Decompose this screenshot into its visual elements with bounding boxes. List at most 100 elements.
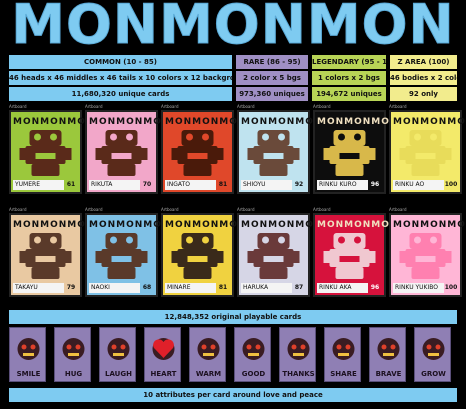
spec-zarea: 46 bodies x 2 colors xyxy=(390,71,457,85)
warm-face-icon xyxy=(197,338,220,360)
card-name: INGATO xyxy=(167,181,190,188)
card-nameplate: MINARE 81 xyxy=(165,283,230,293)
monster-card[interactable]: Artboard MONMONMON RINKU AO 100 xyxy=(389,104,466,194)
monster-art xyxy=(323,130,376,176)
card-name: NAOKI xyxy=(91,284,110,291)
artboard-label: Artboard xyxy=(237,104,255,109)
monster-card[interactable]: Artboard MONMONMON MINARE 81 xyxy=(161,207,247,297)
card-name: MINARE xyxy=(167,284,191,291)
tier-common: COMMON (10 - 85) xyxy=(9,55,232,69)
monster-art xyxy=(95,233,148,279)
share-hands-icon xyxy=(332,338,355,360)
page-title: MONMONMON xyxy=(11,0,455,56)
card-frame: MONMONMON RINKU KURO 96 xyxy=(313,110,399,194)
monster-art xyxy=(323,233,376,279)
attribute-laugh: LAUGH xyxy=(99,327,136,382)
card-score: 61 xyxy=(64,180,78,190)
artboard-label: Artboard xyxy=(313,104,331,109)
monster-art xyxy=(247,130,300,176)
card-nameplate: RINKU YUKIBO 100 xyxy=(393,283,458,293)
attribute-brave: BRAVE xyxy=(369,327,406,382)
card-title: MONMONMON xyxy=(317,117,399,127)
monster-art xyxy=(247,233,300,279)
count-legendary: 194,672 uniques xyxy=(312,87,386,101)
tier-zarea: Z AREA (100) xyxy=(390,55,457,69)
card-title: MONMONMON xyxy=(317,220,399,230)
attribute-label: SHARE xyxy=(330,370,357,378)
card-name: YUMERE xyxy=(15,181,40,188)
artboard-label: Artboard xyxy=(161,104,179,109)
attribute-smile: SMILE xyxy=(9,327,46,382)
spec-rare: 2 color x 5 bgs xyxy=(236,71,308,85)
card-frame: MONMONMON HARUKA 87 xyxy=(237,213,323,297)
monster-art xyxy=(399,130,452,176)
attribute-label: LAUGH xyxy=(105,370,132,378)
attribute-label: HEART xyxy=(150,370,177,378)
tier-legendary: LEGENDARY (95 - 100) xyxy=(312,55,386,69)
card-score: 68 xyxy=(140,283,154,293)
card-nameplate: SHIOYU 92 xyxy=(241,180,306,190)
card-score: 81 xyxy=(216,283,230,293)
thanks-face-icon xyxy=(287,338,310,360)
attribute-thanks: THANKS xyxy=(279,327,316,382)
total-cards-bar: 12,848,352 original playable cards xyxy=(9,310,457,324)
monster-card[interactable]: Artboard MONMONMON RINKU KURO 96 xyxy=(313,104,399,194)
card-title: MONMONMON xyxy=(165,220,247,230)
monster-card[interactable]: Artboard MONMONMON RIKUTA 70 xyxy=(85,104,169,194)
card-name: RIKUTA xyxy=(91,181,113,188)
brave-arm-icon xyxy=(377,338,400,360)
attribute-heart: HEART xyxy=(144,327,181,382)
count-rare: 973,360 uniques xyxy=(236,87,308,101)
card-score: 96 xyxy=(368,180,382,190)
card-nameplate: RINKU AO 100 xyxy=(393,180,458,190)
card-name: SHIOYU xyxy=(243,181,266,188)
monster-card[interactable]: Artboard MONMONMON HARUKA 87 xyxy=(237,207,323,297)
card-frame: MONMONMON RINKU AKA 96 xyxy=(313,213,399,297)
card-frame: MONMONMON RINKU YUKIBO 100 xyxy=(389,213,466,297)
card-frame: MONMONMON TAKAYU 79 xyxy=(9,213,93,297)
monster-card[interactable]: Artboard MONMONMON YUMERE 61 xyxy=(9,104,93,194)
card-nameplate: INGATO 81 xyxy=(165,180,230,190)
card-nameplate: HARUKA 87 xyxy=(241,283,306,293)
card-name: RINKU AKA xyxy=(319,284,352,291)
card-frame: MONMONMON INGATO 81 xyxy=(161,110,245,194)
tier-rare: RARE (86 - 95) xyxy=(236,55,308,69)
footer-bar: 10 attributes per card around love and p… xyxy=(9,388,457,402)
artboard-label: Artboard xyxy=(9,207,27,212)
monster-card[interactable]: Artboard MONMONMON SHIOYU 92 xyxy=(237,104,323,194)
monster-art xyxy=(95,130,148,176)
card-nameplate: RIKUTA 70 xyxy=(89,180,154,190)
attribute-good: GOOD xyxy=(234,327,271,382)
monster-art xyxy=(19,233,72,279)
monster-art xyxy=(171,130,224,176)
attribute-label: THANKS xyxy=(282,370,315,378)
thumbs-up-icon xyxy=(242,338,265,360)
hug-swirl-icon xyxy=(62,338,85,360)
attribute-warm: WARM xyxy=(189,327,226,382)
monster-card[interactable]: Artboard MONMONMON NAOKI 68 xyxy=(85,207,169,297)
monster-art xyxy=(399,233,452,279)
monster-card[interactable]: Artboard MONMONMON RINKU YUKIBO 100 xyxy=(389,207,466,297)
monster-card[interactable]: Artboard MONMONMON INGATO 81 xyxy=(161,104,245,194)
card-title: MONMONMON xyxy=(241,117,323,127)
attribute-grow: GROW xyxy=(414,327,451,382)
card-title: MONMONMON xyxy=(393,220,466,230)
attribute-label: GOOD xyxy=(241,370,266,378)
card-nameplate: RINKU KURO 96 xyxy=(317,180,382,190)
card-title: MONMONMON xyxy=(241,220,323,230)
card-score: 96 xyxy=(368,283,382,293)
monster-card[interactable]: Artboard MONMONMON TAKAYU 79 xyxy=(9,207,93,297)
artboard-label: Artboard xyxy=(85,104,103,109)
attribute-label: GROW xyxy=(421,370,446,378)
artboard-label: Artboard xyxy=(389,207,407,212)
card-frame: MONMONMON SHIOYU 92 xyxy=(237,110,323,194)
card-nameplate: YUMERE 61 xyxy=(13,180,78,190)
card-score: 100 xyxy=(444,180,458,190)
monster-card[interactable]: Artboard MONMONMON RINKU AKA 96 xyxy=(313,207,399,297)
card-score: 87 xyxy=(292,283,306,293)
card-name: HARUKA xyxy=(243,284,269,291)
monster-art xyxy=(171,233,224,279)
artboard-label: Artboard xyxy=(313,207,331,212)
card-name: RINKU AO xyxy=(395,181,425,188)
card-frame: MONMONMON NAOKI 68 xyxy=(85,213,169,297)
